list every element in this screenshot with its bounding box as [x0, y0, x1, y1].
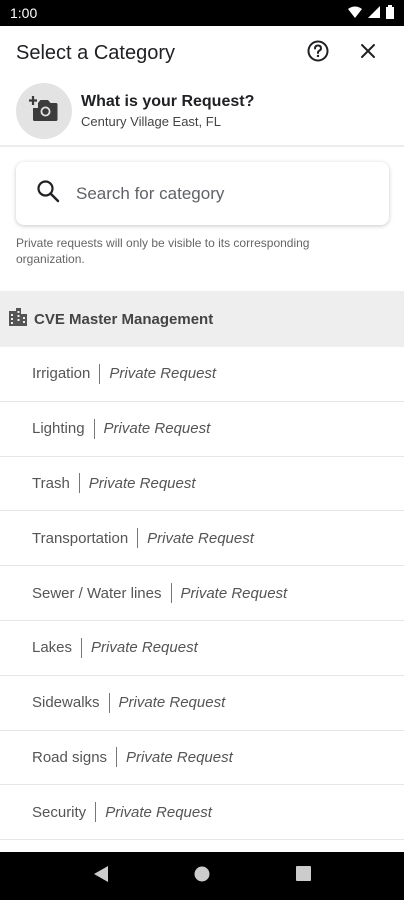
category-list: Irrigation Private Request Lighting Priv…: [0, 347, 404, 841]
app-header: Select a Category: [0, 26, 404, 80]
separator: [137, 528, 139, 549]
category-name: Trash: [32, 474, 70, 492]
status-bar: 1:00: [0, 0, 404, 26]
separator: [116, 747, 118, 768]
search-placeholder: Search for category: [76, 183, 225, 203]
page-title: Select a Category: [16, 41, 175, 64]
category-tag: Private Request: [180, 584, 288, 602]
separator: [93, 418, 95, 439]
category-name: Transportation: [32, 529, 129, 547]
category-name: Sidewalks: [32, 694, 100, 712]
status-time: 1:00: [10, 5, 38, 21]
organization-header: CVE Master Management: [0, 291, 404, 347]
privacy-note: Private requests will only be visible to…: [16, 236, 310, 266]
category-item-security[interactable]: Security Private Request: [0, 785, 404, 841]
category-item-transportation[interactable]: Transportation Private Request: [0, 511, 404, 567]
building-icon: [8, 307, 28, 331]
category-tag: Private Request: [91, 639, 198, 657]
system-nav-bar: [0, 852, 404, 900]
category-tag: Private Request: [103, 420, 211, 438]
battery-icon: [386, 4, 394, 22]
back-icon: [93, 865, 109, 887]
category-tag: Private Request: [105, 803, 212, 821]
category-tag: Private Request: [88, 474, 196, 492]
category-name: Security: [32, 803, 87, 821]
category-name: Irrigation: [32, 365, 91, 383]
category-name: Lakes: [32, 639, 73, 657]
signal-icon: [368, 5, 380, 21]
category-tag: Private Request: [109, 365, 217, 383]
add-photo-button[interactable]: [16, 83, 72, 139]
category-name: Sewer / Water lines: [32, 584, 162, 602]
organization-name: CVE Master Management: [34, 310, 214, 328]
search-icon: [36, 179, 60, 208]
recents-icon: [296, 866, 312, 885]
request-title: What is your Request?: [81, 93, 255, 110]
separator: [95, 802, 97, 823]
close-icon: [360, 43, 376, 64]
add-photo-icon: [29, 95, 59, 127]
search-input[interactable]: Search for category: [16, 162, 389, 225]
home-button[interactable]: [194, 866, 210, 887]
category-tag: Private Request: [118, 694, 226, 712]
help-button[interactable]: [298, 33, 338, 73]
wifi-icon: [348, 5, 362, 21]
separator: [170, 583, 172, 604]
category-item-sidewalks[interactable]: Sidewalks Private Request: [0, 676, 404, 731]
category-item-trash[interactable]: Trash Private Request: [0, 457, 404, 512]
category-item-lighting[interactable]: Lighting Private Request: [0, 402, 404, 457]
divider: [0, 145, 404, 147]
request-text: What is your Request? Century Village Ea…: [81, 93, 254, 129]
help-icon: [307, 40, 329, 67]
category-name: Lighting: [32, 420, 85, 438]
separator: [108, 692, 110, 713]
category-item-sewer-water-lines[interactable]: Sewer / Water lines Private Request: [0, 566, 404, 621]
back-button[interactable]: [93, 865, 109, 888]
separator: [81, 637, 83, 658]
close-button[interactable]: [348, 33, 388, 73]
category-item-irrigation[interactable]: Irrigation Private Request: [0, 347, 404, 402]
category-tag: Private Request: [147, 529, 254, 547]
separator: [78, 473, 80, 494]
home-icon: [194, 866, 210, 886]
category-item-lakes[interactable]: Lakes Private Request: [0, 621, 404, 676]
category-name: Road signs: [32, 748, 108, 766]
request-info: What is your Request? Century Village Ea…: [0, 80, 404, 142]
status-icons: [348, 4, 394, 22]
separator: [99, 363, 101, 384]
category-item-road-signs[interactable]: Road signs Private Request: [0, 731, 404, 786]
recents-button[interactable]: [296, 866, 312, 886]
request-location: Century Village East, FL: [81, 114, 221, 129]
category-tag: Private Request: [126, 748, 233, 766]
